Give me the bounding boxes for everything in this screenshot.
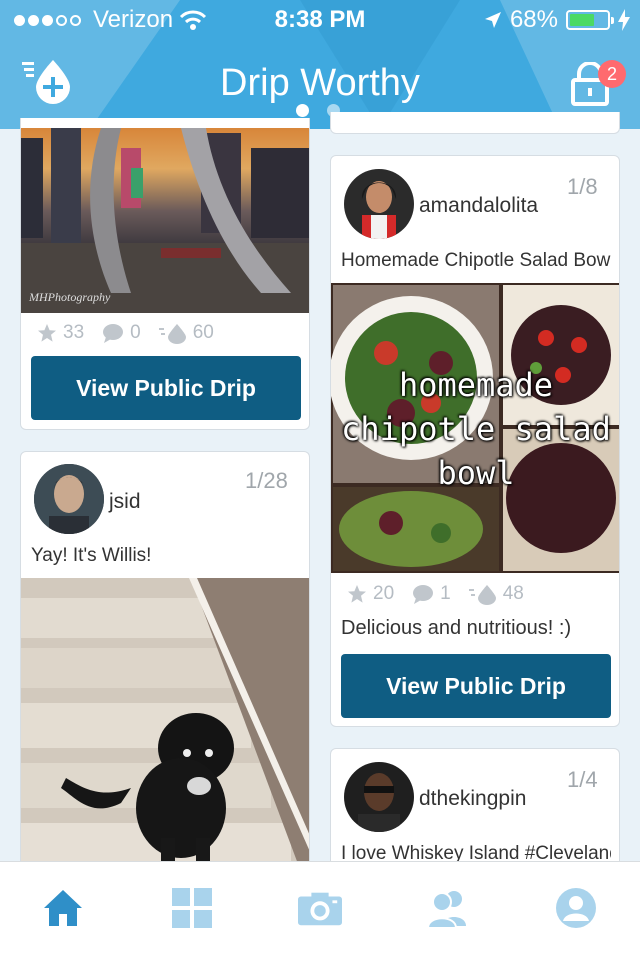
charging-bolt-icon	[618, 9, 630, 31]
comment-icon	[413, 585, 434, 604]
view-public-drip-button[interactable]: View Public Drip	[341, 654, 611, 718]
tab-bar	[0, 861, 640, 961]
status-right: 68%	[484, 6, 630, 34]
page-title: Drip Worthy	[220, 62, 420, 104]
battery-percent: 68%	[509, 6, 558, 33]
app-header: Verizon 8:38 PM 68% Drip Worthy 2	[0, 0, 640, 129]
status-bar: Verizon 8:38 PM 68%	[0, 0, 640, 40]
drip-card-amandalolita: amandalolita 1/8 Homemade Chipotle Salad…	[330, 155, 620, 727]
comment-stat[interactable]: 0	[102, 322, 141, 344]
drip-stats: 33 0 60	[37, 322, 232, 344]
avatar-image	[344, 169, 414, 239]
profile-icon	[556, 888, 596, 928]
drip-card-dthekingpin: dthekingpin 1/4 I love Whiskey Island #C…	[330, 748, 620, 871]
drip-icon	[468, 585, 496, 605]
drip-card-right-top-remnant	[330, 112, 620, 134]
avatar-image	[34, 464, 104, 534]
star-icon	[38, 324, 56, 342]
drip-card-left-top: MHPhotography 33 0 60 View Public Drip	[20, 118, 310, 430]
star-count: 33	[63, 322, 85, 343]
home-icon	[44, 890, 82, 926]
drip-count-indicator: 1/4	[567, 767, 598, 792]
friends-icon	[426, 891, 466, 928]
avatar[interactable]	[344, 762, 414, 832]
camera-icon	[298, 892, 342, 926]
page-dot-1[interactable]	[296, 104, 309, 117]
drip-count-indicator: 1/28	[245, 468, 288, 493]
photo-overlay-text: homemade chipotle salad bowl	[341, 366, 611, 492]
salad-photo[interactable]: homemade chipotle salad bowl	[331, 283, 619, 573]
avatar-image	[344, 762, 414, 832]
comment-stat[interactable]: 1	[412, 583, 451, 605]
drip-card-jsid: jsid 1/28 Yay! It's Willis!	[20, 451, 310, 871]
photo-scene	[21, 128, 309, 313]
username[interactable]: jsid	[109, 490, 141, 514]
dog-photo[interactable]	[21, 578, 309, 871]
drip-caption: Yay! It's Willis!	[31, 545, 152, 566]
comment-count: 0	[130, 322, 141, 343]
photo-watermark: MHPhotography	[29, 290, 111, 304]
username[interactable]: amandalolita	[419, 194, 538, 218]
comment-icon	[103, 324, 124, 343]
avatar[interactable]	[344, 169, 414, 239]
drip-description: Delicious and nutritious! :)	[341, 617, 572, 639]
drip-icon	[158, 324, 186, 344]
avatar[interactable]	[34, 464, 104, 534]
sculpture-photo[interactable]: MHPhotography	[21, 128, 309, 313]
battery-icon	[566, 10, 614, 30]
star-stat[interactable]: 20	[347, 583, 394, 605]
star-icon	[348, 585, 366, 603]
drip-count: 60	[192, 322, 214, 343]
tab-home[interactable]	[41, 886, 85, 930]
star-stat[interactable]: 33	[37, 322, 84, 344]
drip-caption: Homemade Chipotle Salad Bowl	[341, 250, 611, 271]
notification-badge[interactable]: 2	[598, 60, 626, 88]
battery-level	[570, 14, 595, 26]
location-arrow-icon	[484, 12, 501, 28]
tab-friends[interactable]	[426, 886, 470, 930]
tab-grid[interactable]	[170, 886, 214, 930]
grid-icon	[172, 888, 212, 928]
star-count: 20	[373, 583, 395, 604]
drip-stat[interactable]: 60	[158, 322, 214, 344]
comment-count: 1	[440, 583, 451, 604]
drip-stat[interactable]: 48	[468, 583, 524, 605]
drip-count: 48	[502, 583, 524, 604]
drip-count-indicator: 1/8	[567, 174, 598, 199]
drip-stats: 20 1 48	[347, 583, 542, 605]
view-public-drip-button[interactable]: View Public Drip	[31, 356, 301, 420]
username[interactable]: dthekingpin	[419, 787, 526, 811]
tab-camera[interactable]	[298, 886, 342, 930]
photo-scene	[21, 578, 309, 871]
tab-profile[interactable]	[554, 886, 598, 930]
